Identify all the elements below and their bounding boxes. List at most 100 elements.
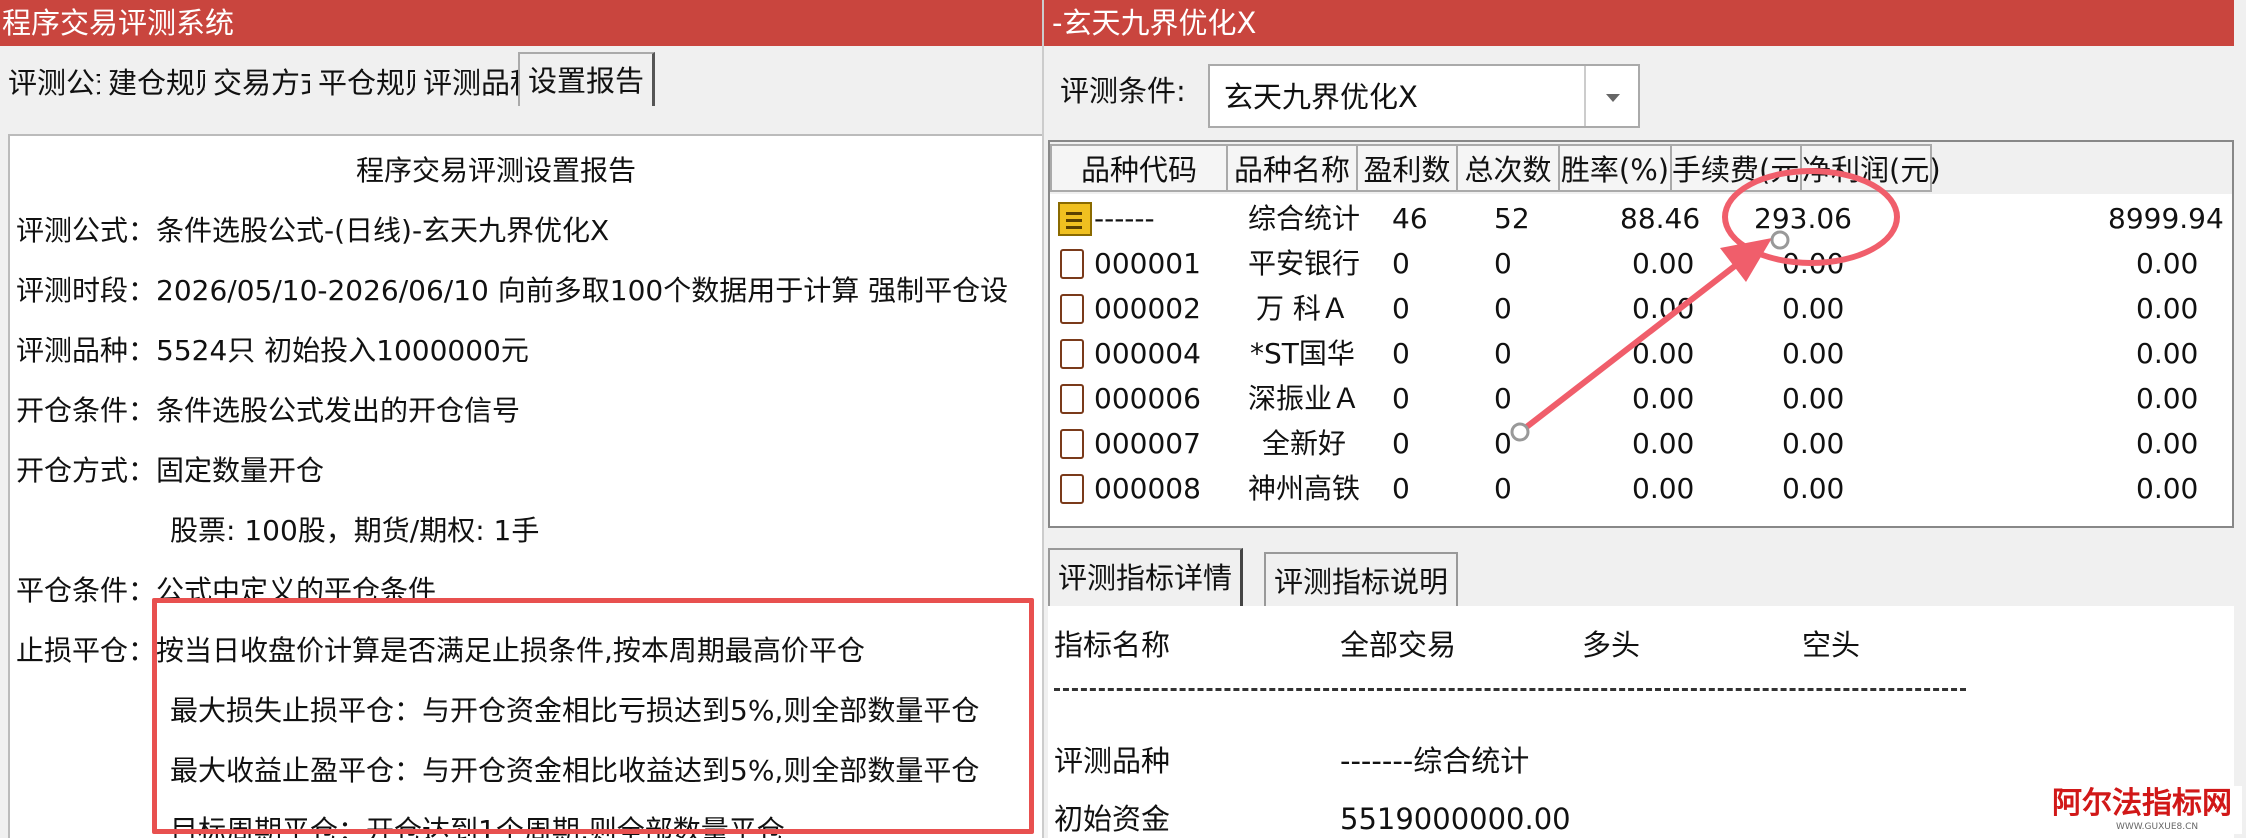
cell-net-profit: 0.00 xyxy=(2136,472,2199,505)
cell-win-rate: 88.46 xyxy=(1620,202,1701,235)
table-row[interactable]: ------ 综合统计 46 52 88.46 293.06 8999.94 xyxy=(1050,196,2232,241)
cell-wins: 0 xyxy=(1392,247,1410,280)
condition-select[interactable]: 玄天九界优化X xyxy=(1208,64,1640,128)
report-line-open-condition: 开仓条件：条件选股公式发出的开仓信号 xyxy=(16,394,521,427)
stoploss-highlight-box xyxy=(152,598,1034,834)
report-line-formula: 评测公式：条件选股公式-(日线)-玄天九界优化X xyxy=(16,214,610,247)
col-win-rate[interactable]: 胜率(%) xyxy=(1558,144,1672,192)
detail-header-short: 空头 xyxy=(1802,628,1861,662)
detail-row-value: -------综合统计 xyxy=(1340,744,1530,778)
document-icon xyxy=(1060,474,1084,504)
tab-settings-report[interactable]: 设置报告 xyxy=(518,52,656,106)
detail-header-long: 多头 xyxy=(1582,628,1641,662)
table-row[interactable]: 000001 平安银行 0 0 0.00 0.00 0.00 xyxy=(1050,241,2232,286)
cell-wins: 0 xyxy=(1392,337,1410,370)
cell-fee: 0.00 xyxy=(1782,427,1845,460)
cell-wins: 0 xyxy=(1392,472,1410,505)
cell-win-rate: 0.00 xyxy=(1632,382,1695,415)
cell-fee: 0.00 xyxy=(1782,337,1845,370)
document-icon xyxy=(1060,339,1084,369)
report-line-open-mode: 开仓方式：固定数量开仓 xyxy=(16,454,325,487)
cell-wins: 0 xyxy=(1392,292,1410,325)
report-title: 程序交易评测设置报告 xyxy=(356,154,637,187)
table-row[interactable]: 000006 深振业Ａ 0 0 0.00 0.00 0.00 xyxy=(1050,376,2232,421)
detail-row-value: 5519000000.00 xyxy=(1340,802,1571,836)
cell-name: 平安银行 xyxy=(1248,247,1361,280)
cell-name: 神州高铁 xyxy=(1248,472,1361,505)
document-icon xyxy=(1060,384,1084,414)
cell-total: 0 xyxy=(1494,292,1512,325)
cell-fee: 0.00 xyxy=(1782,292,1845,325)
watermark-text: 阿尔法指标网 xyxy=(2052,786,2232,821)
cell-wins: 46 xyxy=(1392,202,1428,235)
cell-fee: 0.00 xyxy=(1782,472,1845,505)
cell-code: 000007 xyxy=(1094,427,1201,460)
cell-wins: 0 xyxy=(1392,427,1410,460)
cell-net-profit: 0.00 xyxy=(2136,292,2199,325)
cell-code: ------ xyxy=(1094,202,1155,235)
site-watermark: 阿尔法指标网 WWW.GUXUE8.CN xyxy=(2048,786,2242,834)
detail-row-label: 评测品种 xyxy=(1054,744,1171,778)
result-window-title: -玄天九界优化X xyxy=(1044,0,2234,46)
cell-wins: 0 xyxy=(1392,382,1410,415)
cell-fee: 0.00 xyxy=(1782,382,1845,415)
cell-code: 000004 xyxy=(1094,337,1201,370)
table-header: 品种代码 品种名称 盈利数 总次数 胜率(%) 手续费(元) 净利润(元) xyxy=(1050,142,2232,194)
result-window: -玄天九界优化X 评测条件: 玄天九界优化X 品种代码 品种名称 盈利数 总次数… xyxy=(1042,0,2246,838)
cell-total: 0 xyxy=(1494,427,1512,460)
detail-tabs: 评测指标详情 评测指标说明 xyxy=(1048,548,2234,608)
cell-win-rate: 0.00 xyxy=(1632,247,1695,280)
detail-header-name: 指标名称 xyxy=(1054,628,1171,662)
table-row[interactable]: 000008 神州高铁 0 0 0.00 0.00 0.00 xyxy=(1050,466,2232,511)
table-row[interactable]: 000007 全新好 0 0 0.00 0.00 0.00 xyxy=(1050,421,2232,466)
cell-name: *ST国华 xyxy=(1250,337,1355,370)
divider xyxy=(1054,688,1966,691)
condition-dropdown-button[interactable] xyxy=(1584,66,1638,126)
cell-total: 0 xyxy=(1494,382,1512,415)
cell-name: 万 科Ａ xyxy=(1256,292,1349,325)
cell-code: 000001 xyxy=(1094,247,1201,280)
detail-row-label: 初始资金 xyxy=(1054,802,1171,836)
cell-net-profit: 0.00 xyxy=(2136,337,2199,370)
detail-header-all: 全部交易 xyxy=(1340,628,1457,662)
tab-indicator-description[interactable]: 评测指标说明 xyxy=(1264,552,1459,608)
cell-name: 综合统计 xyxy=(1248,202,1361,235)
cell-win-rate: 0.00 xyxy=(1632,427,1695,460)
cell-code: 000008 xyxy=(1094,472,1201,505)
report-line-instruments: 评测品种：5524只 初始投入1000000元 xyxy=(16,334,529,367)
cell-name: 全新好 xyxy=(1262,427,1347,460)
cell-win-rate: 0.00 xyxy=(1632,337,1695,370)
settings-tabs: 评测公式 建仓规则 交易方式 平仓规则 评测品种 设置报告 xyxy=(0,52,1042,106)
cell-win-rate: 0.00 xyxy=(1632,292,1695,325)
cell-net-profit: 0.00 xyxy=(2136,247,2199,280)
report-line-period: 评测时段：2026/05/10-2026/06/10 向前多取100个数据用于计… xyxy=(16,274,1009,307)
cell-total: 0 xyxy=(1494,337,1512,370)
win-rate-highlight-ellipse xyxy=(1722,168,1900,266)
condition-select-value: 玄天九界优化X xyxy=(1224,80,1418,114)
document-icon xyxy=(1060,249,1084,279)
col-code[interactable]: 品种代码 xyxy=(1050,144,1228,192)
cell-total: 0 xyxy=(1494,247,1512,280)
watermark-url: WWW.GUXUE8.CN xyxy=(2116,822,2199,832)
col-total[interactable]: 总次数 xyxy=(1456,144,1560,192)
report-line-lot-size: 股票: 100股，期货/期权: 1手 xyxy=(170,514,540,547)
table-row[interactable]: 000002 万 科Ａ 0 0 0.00 0.00 0.00 xyxy=(1050,286,2232,331)
col-wins[interactable]: 盈利数 xyxy=(1356,144,1458,192)
tab-indicator-details[interactable]: 评测指标详情 xyxy=(1048,548,1244,608)
table-row[interactable]: 000004 *ST国华 0 0 0.00 0.00 0.00 xyxy=(1050,331,2232,376)
cell-total: 0 xyxy=(1494,472,1512,505)
cell-net-profit: 8999.94 xyxy=(2108,202,2224,235)
cell-name: 深振业Ａ xyxy=(1248,382,1361,415)
summary-icon xyxy=(1058,202,1092,236)
cell-code: 000002 xyxy=(1094,292,1201,325)
cell-win-rate: 0.00 xyxy=(1632,472,1695,505)
evaluation-system-window: 程序交易评测系统 评测公式 建仓规则 交易方式 平仓规则 评测品种 设置报告 程… xyxy=(0,0,1042,838)
cell-total: 52 xyxy=(1494,202,1530,235)
cell-code: 000006 xyxy=(1094,382,1201,415)
document-icon xyxy=(1060,429,1084,459)
results-table: 品种代码 品种名称 盈利数 总次数 胜率(%) 手续费(元) 净利润(元) --… xyxy=(1048,140,2234,528)
col-name[interactable]: 品种名称 xyxy=(1226,144,1358,192)
document-icon xyxy=(1060,294,1084,324)
condition-label: 评测条件: xyxy=(1060,74,1186,108)
chevron-down-icon xyxy=(1606,94,1620,102)
